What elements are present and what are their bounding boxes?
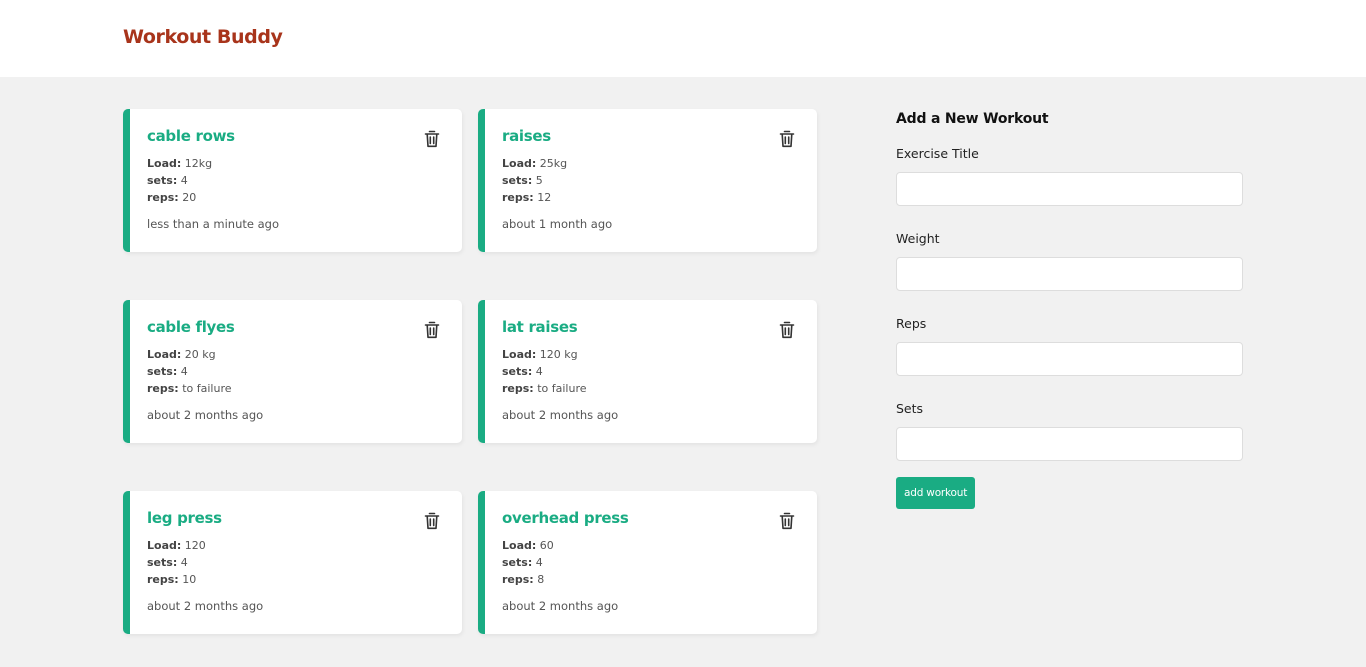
reps-value: 20 [182,191,197,204]
reps-value: to failure [182,382,232,395]
reps-label: reps: [147,382,179,395]
load-value: 25kg [539,157,568,170]
workout-created-time: about 1 month ago [502,217,613,231]
reps-value: to failure [537,382,587,395]
sets-value: 5 [535,174,543,187]
workout-sets: sets: 4 [147,554,445,571]
workout-sets: sets: 5 [502,172,800,189]
sets-label: sets: [147,365,178,378]
workout-sets: sets: 4 [147,172,445,189]
load-label: Load: [502,348,537,361]
load-label: Load: [502,539,537,552]
workout-reps: reps: 12 [502,189,800,206]
form-title: Add a New Workout [896,111,1049,127]
load-value: 60 [539,539,554,552]
workout-created-time: less than a minute ago [147,217,279,231]
workout-title: lat raises [502,318,578,336]
reps-label: reps: [502,191,534,204]
sets-input[interactable] [896,427,1243,461]
reps-value: 10 [182,573,197,586]
sets-value: 4 [180,365,188,378]
workout-title: leg press [147,509,222,527]
workout-reps: reps: to failure [147,380,445,397]
add-workout-button[interactable]: add workout [896,477,976,509]
workout-reps: reps: 20 [147,189,445,206]
weight-input[interactable] [896,257,1243,291]
sets-label: sets: [147,174,178,187]
load-value: 20 kg [184,348,216,361]
workout-created-time: about 2 months ago [147,599,264,613]
load-value: 120 kg [539,348,578,361]
load-value: 120 [184,539,206,552]
workout-created-time: about 2 months ago [502,599,619,613]
workout-load: Load: 120 [147,537,445,554]
load-label: Load: [147,157,182,170]
workout-card: cable flyes Load: 20 kg sets: 4 reps: to… [123,300,462,443]
workout-load: Load: 20 kg [147,346,445,363]
reps-label: Reps [896,316,927,331]
sets-value: 4 [535,365,543,378]
reps-input[interactable] [896,342,1243,376]
workout-created-time: about 2 months ago [147,408,264,422]
sets-label: sets: [147,556,178,569]
app-brand-title[interactable]: Workout Buddy [123,26,283,48]
workout-reps: reps: 10 [147,571,445,588]
workout-reps: reps: to failure [502,380,800,397]
add-workout-form: Add a New Workout Exercise Title Weight … [896,109,1243,509]
sets-value: 4 [180,556,188,569]
trash-icon[interactable] [779,130,795,148]
load-value: 12kg [184,157,213,170]
reps-label: reps: [147,191,179,204]
workout-sets: sets: 4 [502,363,800,380]
sets-label: sets: [502,365,533,378]
workout-load: Load: 25kg [502,155,800,172]
workout-title: raises [502,127,551,145]
sets-label: Sets [896,401,924,416]
trash-icon[interactable] [779,512,795,530]
trash-icon[interactable] [779,321,795,339]
reps-label: reps: [502,382,534,395]
reps-value: 8 [537,573,545,586]
trash-icon[interactable] [424,130,440,148]
load-label: Load: [147,348,182,361]
workout-sets: sets: 4 [502,554,800,571]
workout-title: cable rows [147,127,235,145]
sets-value: 4 [535,556,543,569]
sets-label: sets: [502,174,533,187]
exercise-title-label: Exercise Title [896,146,979,161]
workout-load: Load: 60 [502,537,800,554]
workout-card: cable rows Load: 12kg sets: 4 reps: 20 l… [123,109,462,252]
navbar: Workout Buddy [0,0,1366,77]
load-label: Load: [147,539,182,552]
workout-load: Load: 12kg [147,155,445,172]
trash-icon[interactable] [424,512,440,530]
workout-created-time: about 2 months ago [502,408,619,422]
sets-value: 4 [180,174,188,187]
reps-label: reps: [147,573,179,586]
load-label: Load: [502,157,537,170]
trash-icon[interactable] [424,321,440,339]
weight-label: Weight [896,231,940,246]
reps-label: reps: [502,573,534,586]
workout-card: leg press Load: 120 sets: 4 reps: 10 abo… [123,491,462,634]
sets-label: sets: [502,556,533,569]
workout-load: Load: 120 kg [502,346,800,363]
workout-card: lat raises Load: 120 kg sets: 4 reps: to… [478,300,817,443]
reps-value: 12 [537,191,552,204]
workout-list: cable rows Load: 12kg sets: 4 reps: 20 l… [123,109,817,634]
workout-title: overhead press [502,509,629,527]
workout-card: overhead press Load: 60 sets: 4 reps: 8 … [478,491,817,634]
workout-card: raises Load: 25kg sets: 5 reps: 12 about… [478,109,817,252]
workout-sets: sets: 4 [147,363,445,380]
exercise-title-input[interactable] [896,172,1243,206]
workout-reps: reps: 8 [502,571,800,588]
workout-title: cable flyes [147,318,235,336]
